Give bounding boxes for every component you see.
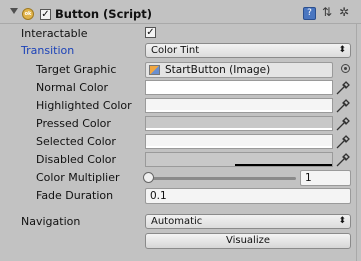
alpha-bar [235, 164, 332, 166]
alpha-bar [146, 110, 332, 112]
color-multiplier-row: Color Multiplier 1 [0, 169, 361, 187]
navigation-value: Automatic [151, 216, 203, 227]
target-graphic-field[interactable]: StartButton (Image) [145, 62, 333, 78]
alpha-bar [146, 92, 332, 94]
normal-color-swatch[interactable] [145, 80, 333, 95]
component-header[interactable]: ok ✓ Button (Script) ? ⇅ ✲ [0, 0, 361, 24]
interactable-checkbox[interactable]: ✓ [145, 27, 156, 38]
eyedropper-icon[interactable] [335, 152, 351, 168]
normal-color-row: Normal Color [0, 79, 361, 97]
object-picker-icon[interactable] [341, 64, 350, 73]
alpha-bar [146, 128, 332, 130]
disabled-color-row: Disabled Color [0, 151, 361, 169]
navigation-label: Navigation [21, 215, 81, 228]
pressed-color-row: Pressed Color [0, 115, 361, 133]
eyedropper-icon[interactable] [335, 80, 351, 96]
color-multiplier-label: Color Multiplier [36, 171, 120, 184]
navigation-row: Navigation Automatic ⬍ [0, 213, 361, 231]
target-graphic-value: StartButton (Image) [165, 64, 271, 76]
slider-track[interactable] [148, 177, 296, 180]
interactable-label: Interactable [21, 27, 88, 40]
fade-duration-label: Fade Duration [36, 189, 114, 202]
image-icon [149, 65, 160, 75]
alpha-bar [146, 146, 332, 148]
transition-row: Transition Color Tint ⬍ [0, 42, 361, 60]
highlighted-color-label: Highlighted Color [36, 99, 132, 112]
component-enabled-checkbox[interactable]: ✓ [40, 9, 51, 20]
highlighted-color-row: Highlighted Color [0, 97, 361, 115]
navigation-dropdown[interactable]: Automatic ⬍ [145, 214, 351, 229]
disabled-color-swatch[interactable] [145, 152, 333, 167]
gear-icon[interactable]: ✲ [339, 5, 349, 19]
interactable-row: Interactable ✓ [0, 25, 361, 43]
disabled-color-label: Disabled Color [36, 153, 117, 166]
eyedropper-icon[interactable] [335, 98, 351, 114]
visualize-row: Visualize [0, 233, 361, 251]
component-title: Button (Script) [55, 7, 152, 21]
normal-color-label: Normal Color [36, 81, 109, 94]
fade-duration-row: Fade Duration 0.1 [0, 187, 361, 205]
target-graphic-label: Target Graphic [36, 63, 117, 76]
dropdown-arrow-icon: ⬍ [338, 45, 346, 55]
eyedropper-icon[interactable] [335, 116, 351, 132]
slider-knob[interactable] [143, 172, 154, 183]
visualize-button[interactable]: Visualize [145, 233, 351, 249]
selected-color-row: Selected Color [0, 133, 361, 151]
settings-sliders-icon[interactable]: ⇅ [322, 5, 332, 19]
foldout-arrow-icon[interactable] [10, 8, 18, 14]
highlighted-color-swatch[interactable] [145, 98, 333, 113]
eyedropper-icon[interactable] [335, 134, 351, 150]
transition-dropdown[interactable]: Color Tint ⬍ [145, 43, 351, 58]
reference-book-icon[interactable]: ? [303, 7, 316, 20]
transition-value: Color Tint [151, 45, 200, 56]
fade-duration-input[interactable]: 0.1 [145, 188, 351, 204]
selected-color-label: Selected Color [36, 135, 116, 148]
dropdown-arrow-icon: ⬍ [338, 216, 346, 226]
script-icon: ok [22, 8, 34, 20]
pressed-color-swatch[interactable] [145, 116, 333, 131]
color-multiplier-input[interactable]: 1 [300, 170, 351, 186]
selected-color-swatch[interactable] [145, 134, 333, 149]
transition-label: Transition [21, 44, 75, 57]
pressed-color-label: Pressed Color [36, 117, 111, 130]
target-graphic-row: Target Graphic StartButton (Image) [0, 61, 361, 79]
inspector-divider [356, 24, 357, 261]
